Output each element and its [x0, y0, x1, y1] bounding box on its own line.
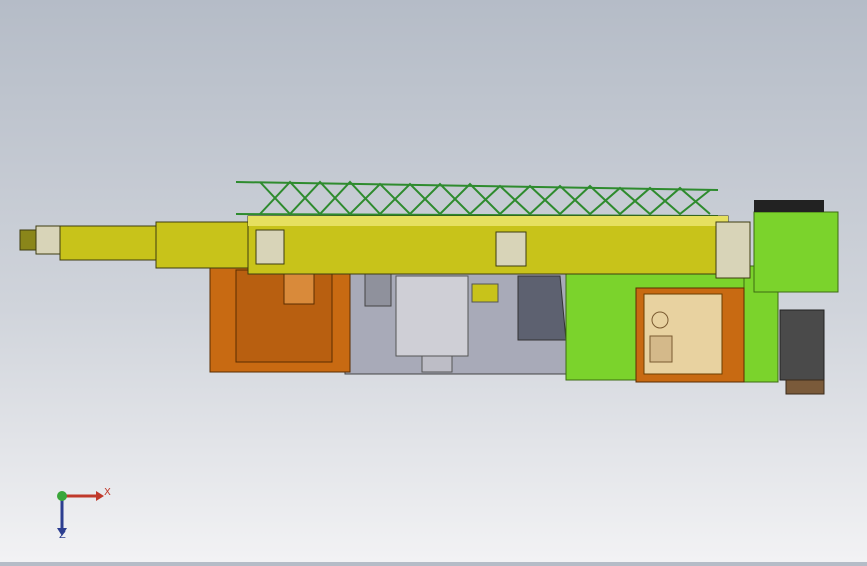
boom-highlight	[248, 216, 728, 226]
x-axis-label: X	[104, 487, 111, 498]
boom-section-4	[59, 225, 157, 261]
boom-collar-2	[495, 231, 527, 267]
rear-winch	[779, 309, 825, 381]
origin-sphere-icon	[57, 491, 67, 501]
chassis-mount	[421, 355, 453, 373]
boom-head-sheave	[35, 225, 61, 255]
counterweight	[753, 211, 839, 293]
cab-seat	[649, 335, 673, 363]
rear-tire	[754, 200, 824, 212]
boom-section-3	[155, 221, 249, 269]
hydraulic-block	[471, 283, 499, 303]
engine-block	[395, 275, 469, 357]
boom-pivot	[715, 221, 751, 279]
boom-collar-1	[255, 229, 285, 265]
crane-model[interactable]	[0, 0, 867, 562]
slewing-ring	[517, 275, 567, 341]
cab-vent	[283, 273, 315, 305]
z-axis-label: Z	[59, 530, 66, 541]
x-axis-arrowhead-icon	[96, 491, 104, 501]
3d-viewport[interactable]	[0, 0, 867, 562]
chassis-bracket	[364, 273, 392, 307]
lattice-jib	[235, 180, 719, 217]
winch-drum-base	[785, 379, 825, 395]
